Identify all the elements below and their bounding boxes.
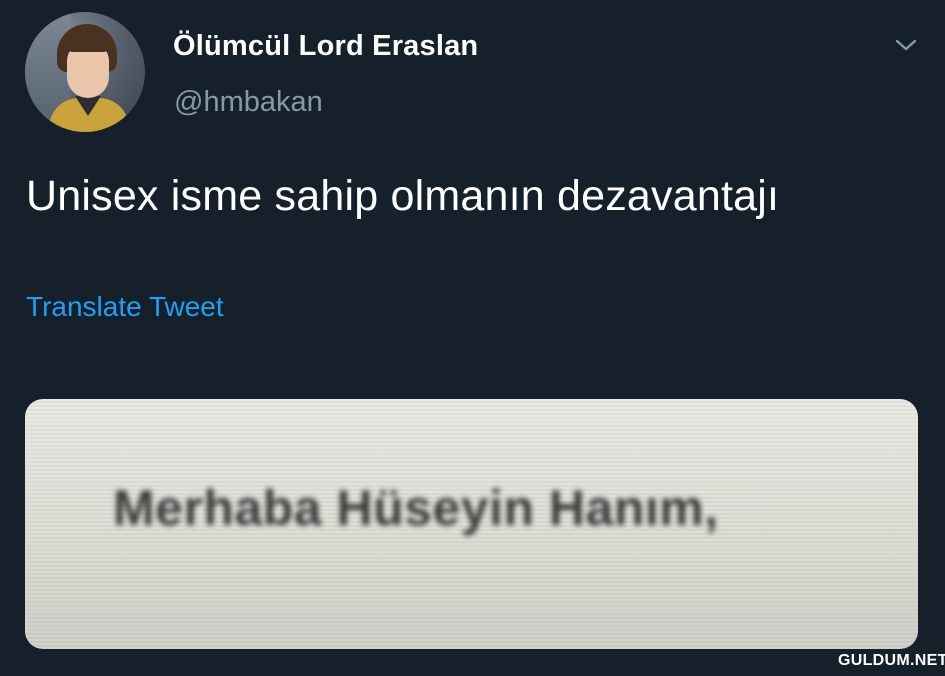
tweet-text: Unisex isme sahip olmanın dezavantajı [26, 172, 780, 220]
author-avatar[interactable] [25, 12, 145, 132]
chevron-down-icon[interactable] [892, 35, 920, 55]
author-name[interactable]: Ölümcül Lord Eraslan [173, 30, 478, 63]
tweet: Ölümcül Lord Eraslan @hmbakan Unisex ism… [0, 0, 945, 676]
author-handle[interactable]: @hmbakan [174, 86, 323, 119]
tweet-media-image[interactable]: Merhaba Hüseyin Hanım, [25, 399, 918, 649]
translate-tweet-link[interactable]: Translate Tweet [26, 291, 224, 323]
media-photo-text: Merhaba Hüseyin Hanım, [113, 480, 719, 536]
watermark: GULDUM.NET [838, 652, 945, 669]
